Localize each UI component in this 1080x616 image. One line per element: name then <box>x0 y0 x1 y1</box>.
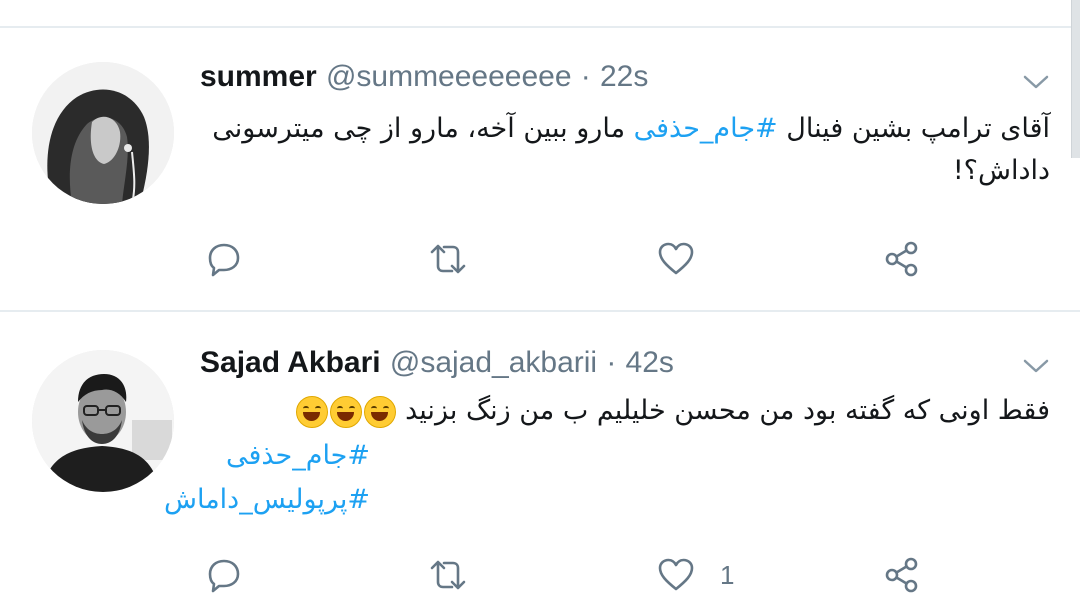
user-handle[interactable]: @summeeeeeeee <box>326 60 572 93</box>
tweet-header: Sajad Akbari @sajad_akbarii · 42s <box>200 344 674 381</box>
hashtag-link[interactable]: #جام_حذفی <box>226 436 370 476</box>
hashtag-link[interactable]: #پرپولیس_داماش <box>164 480 370 520</box>
laughing-emoji-icon <box>363 395 396 428</box>
heart-icon <box>658 558 694 591</box>
tweet-text-part: فقط اونی که گفته بود من محسن خلیلیم ب من… <box>405 395 1050 426</box>
retweet-icon <box>430 244 466 274</box>
tweet-actions <box>0 234 1080 284</box>
avatar[interactable] <box>32 350 174 492</box>
chevron-down-icon[interactable] <box>1022 72 1050 92</box>
avatar-image <box>32 350 174 492</box>
user-handle[interactable]: @sajad_akbarii <box>390 346 597 379</box>
like-button[interactable]: 1 <box>656 550 734 600</box>
hashtag-link[interactable]: #جام_حذفی <box>634 113 778 144</box>
laughing-emoji-icon <box>295 395 328 428</box>
tweet[interactable]: Sajad Akbari @sajad_akbarii · 42s فقط او… <box>0 312 1080 616</box>
tweet-header: summer @summeeeeeeee · 22s <box>200 58 648 95</box>
retweet-icon <box>430 560 466 590</box>
tweet-text-part: آقای ترامپ بشین فینال <box>777 113 1050 144</box>
reply-icon <box>208 559 240 593</box>
reply-button[interactable] <box>204 234 244 284</box>
timestamp[interactable]: 42s <box>626 346 674 379</box>
display-name[interactable]: Sajad Akbari <box>200 346 381 379</box>
share-button[interactable] <box>882 234 922 284</box>
tweet-text: فقط اونی که گفته بود من محسن خلیلیم ب من… <box>200 390 1050 432</box>
tweet[interactable]: summer @summeeeeeeee · 22s آقای ترامپ بش… <box>0 28 1080 310</box>
heart-icon <box>658 242 694 275</box>
like-count: 1 <box>720 559 735 590</box>
tweet-actions: 1 <box>0 550 1080 600</box>
display-name[interactable]: summer <box>200 60 317 93</box>
like-button[interactable] <box>656 234 696 284</box>
share-icon <box>885 557 918 593</box>
reply-button[interactable] <box>204 550 244 600</box>
reply-icon <box>208 243 240 277</box>
avatar[interactable] <box>32 62 174 204</box>
tweet-text: آقای ترامپ بشین فینال #جام_حذفی مارو ببی… <box>200 108 1050 192</box>
chevron-down-icon[interactable] <box>1022 356 1050 376</box>
retweet-button[interactable] <box>428 234 468 284</box>
separator-dot: · <box>606 346 617 379</box>
share-button[interactable] <box>882 550 922 600</box>
separator-dot: · <box>580 60 591 93</box>
share-icon <box>885 241 918 277</box>
laughing-emoji-icon <box>329 395 362 428</box>
retweet-button[interactable] <box>428 550 468 600</box>
timestamp[interactable]: 22s <box>600 60 648 93</box>
avatar-image <box>32 62 174 204</box>
